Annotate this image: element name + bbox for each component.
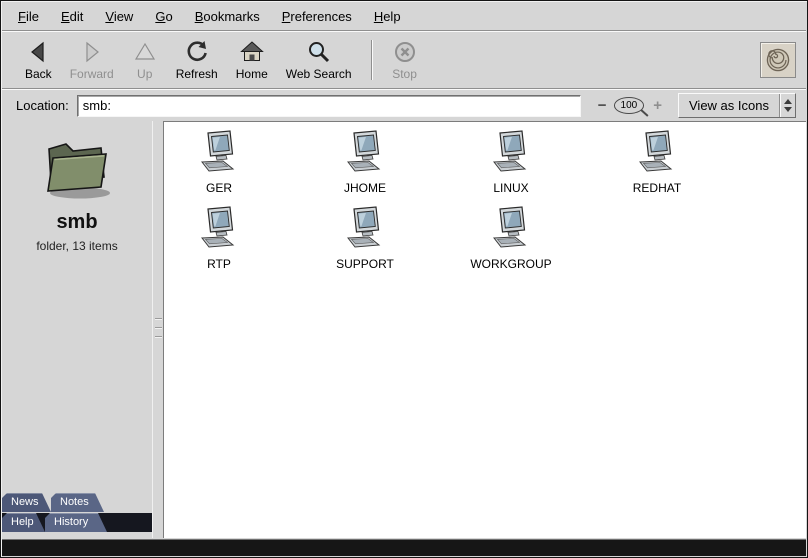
folder-icon [38,135,116,201]
file-item[interactable]: RTP [163,203,292,279]
menu-edit[interactable]: Edit [50,6,94,27]
file-label: RTP [207,257,231,271]
location-bar: Location: − 100 + View as Icons [2,90,806,121]
toolbar-separator [371,40,373,80]
toolbar: Back Forward Up Refresh [2,32,806,88]
computer-icon [634,129,680,175]
menu-help[interactable]: Help [363,6,412,27]
location-input[interactable] [77,95,581,117]
file-item[interactable]: SUPPORT [292,203,438,279]
computer-icon [342,205,388,251]
location-label: Location: [16,98,69,113]
file-label: WORKGROUP [470,257,551,271]
file-item[interactable]: LINUX [438,127,584,203]
file-label: JHOME [344,181,386,195]
sidebar-subtitle: folder, 13 items [2,239,152,253]
zoom-in-icon[interactable]: + [650,97,665,114]
web-search-icon [306,39,332,65]
sidebar-tab-notes[interactable]: Notes [51,493,104,512]
menu-bookmarks[interactable]: Bookmarks [184,6,271,27]
sidebar-tab-row-2: Help History [2,513,152,532]
menu-file[interactable]: File [7,6,50,27]
forward-button[interactable]: Forward [61,36,123,84]
sidebar-tab-row-1: News Notes [2,493,152,512]
home-icon [239,39,265,65]
refresh-icon [184,39,210,65]
file-label: REDHAT [633,181,681,195]
computer-icon [488,205,534,251]
sidebar: smb folder, 13 items News Notes Help His… [2,121,152,538]
file-item[interactable]: WORKGROUP [438,203,584,279]
content-area: smb folder, 13 items News Notes Help His… [2,121,806,538]
stop-button[interactable]: Stop [383,36,427,84]
pane-divider-grip[interactable] [155,318,162,344]
zoom-level-indicator[interactable]: 100 [614,97,645,114]
computer-icon [488,129,534,175]
throbber-shell-icon [760,42,796,78]
menu-preferences[interactable]: Preferences [271,6,363,27]
file-label: LINUX [493,181,528,195]
web-search-button[interactable]: Web Search [277,36,361,84]
up-arrow-icon [132,39,158,65]
refresh-button[interactable]: Refresh [167,36,227,84]
file-label: SUPPORT [336,257,394,271]
back-button[interactable]: Back [16,36,61,84]
menu-view[interactable]: View [94,6,144,27]
status-bar [2,539,806,556]
file-label: GER [206,181,232,195]
file-item[interactable]: JHOME [292,127,438,203]
computer-icon [342,129,388,175]
computer-icon [196,205,242,251]
pane-divider[interactable] [152,121,163,538]
zoom-control: − 100 + [595,97,665,114]
file-item[interactable]: REDHAT [584,127,730,203]
icon-view[interactable]: GER [163,121,806,538]
back-arrow-icon [25,39,51,65]
sidebar-title: smb [2,211,152,234]
zoom-out-icon[interactable]: − [595,97,610,114]
sidebar-tab-news[interactable]: News [2,493,51,512]
view-as-label: View as Icons [689,98,769,113]
file-manager-window: File Edit View Go Bookmarks Preferences … [0,0,808,558]
file-item[interactable]: GER [163,127,292,203]
stop-icon [392,39,418,65]
menu-go[interactable]: Go [144,6,183,27]
computer-icon [196,129,242,175]
home-button[interactable]: Home [227,36,277,84]
forward-arrow-icon [79,39,105,65]
file-icon-grid: GER [163,122,746,279]
sidebar-tab-help[interactable]: Help [2,513,45,532]
chevron-up-down-icon [779,94,795,117]
sidebar-tab-history[interactable]: History [45,513,107,532]
up-button[interactable]: Up [123,36,167,84]
menu-bar: File Edit View Go Bookmarks Preferences … [2,2,806,30]
view-as-dropdown[interactable]: View as Icons [678,93,796,118]
